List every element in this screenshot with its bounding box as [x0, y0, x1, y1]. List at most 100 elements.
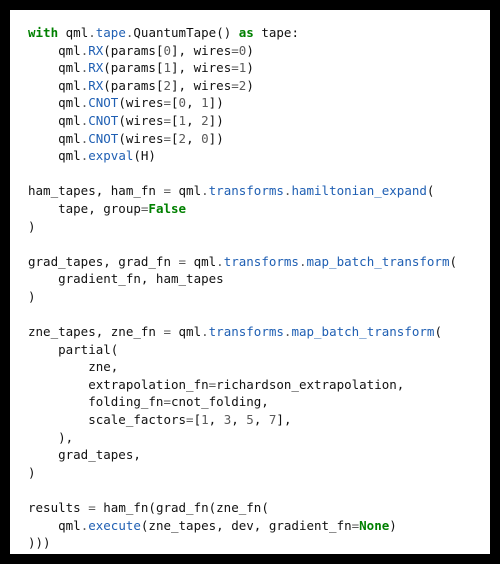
- code-line: qml.expval(H): [28, 148, 156, 163]
- code-token: qml: [171, 324, 201, 339]
- code-token: CNOT: [88, 95, 118, 110]
- code-line: gradient_fn, ham_tapes: [28, 271, 224, 286]
- code-line: results = ham_fn(grad_fn(zne_fn(: [28, 500, 269, 515]
- code-token: RX: [88, 78, 103, 93]
- code-line: ham_tapes, ham_fn = qml.transforms.hamil…: [28, 183, 434, 198]
- code-token: (zne_tapes, dev, gradient_fn: [141, 518, 352, 533]
- code-line: zne_tapes, zne_fn = qml.transforms.map_b…: [28, 324, 442, 339]
- code-line: ))): [28, 535, 51, 550]
- code-token: =: [231, 78, 239, 93]
- code-token: ),: [28, 430, 73, 445]
- code-token: ))): [28, 535, 51, 550]
- code-token: [: [171, 95, 179, 110]
- code-token: CNOT: [88, 131, 118, 146]
- code-token: =: [163, 95, 171, 110]
- code-token: transforms: [209, 324, 284, 339]
- code-token: partial(: [28, 342, 118, 357]
- code-token: [: [171, 113, 179, 128]
- code-token: expval: [88, 148, 133, 163]
- code-token: False: [148, 201, 186, 216]
- code-line: tape, group=False: [28, 201, 186, 216]
- code-line: ): [28, 219, 36, 234]
- code-line: ): [28, 465, 36, 480]
- code-token: =: [231, 43, 239, 58]
- code-token: 2: [179, 131, 187, 146]
- code-token: ham_tapes, ham_fn: [28, 183, 163, 198]
- code-token: ): [28, 289, 36, 304]
- code-token: qml: [28, 148, 81, 163]
- code-token: CNOT: [88, 113, 118, 128]
- code-token: =: [163, 113, 171, 128]
- code-token: ]): [209, 131, 224, 146]
- code-panel: with qml.tape.QuantumTape() as tape: qml…: [10, 10, 490, 554]
- code-token: RX: [88, 60, 103, 75]
- code-line: extrapolation_fn=richardson_extrapolatio…: [28, 377, 404, 392]
- code-token: qml: [186, 254, 216, 269]
- code-token: cnot_folding,: [171, 394, 269, 409]
- code-line: qml.RX(params[1], wires=1): [28, 60, 254, 75]
- code-token: :: [291, 25, 299, 40]
- code-token: ]): [209, 113, 224, 128]
- code-token: (wires: [118, 131, 163, 146]
- code-token: 5: [246, 412, 254, 427]
- code-line: qml.CNOT(wires=[1, 2]): [28, 113, 224, 128]
- code-line: zne,: [28, 359, 118, 374]
- code-token: qml: [28, 60, 81, 75]
- code-line: folding_fn=cnot_folding,: [28, 394, 269, 409]
- code-line: with qml.tape.QuantumTape() as tape:: [28, 25, 299, 40]
- code-token: zne,: [28, 359, 118, 374]
- code-token: ): [28, 465, 36, 480]
- code-token: =: [186, 412, 194, 427]
- code-token: 2: [201, 113, 209, 128]
- code-token: (params[: [103, 78, 163, 93]
- code-token: =: [179, 254, 187, 269]
- code-line: ): [28, 289, 36, 304]
- code-token: (H): [133, 148, 156, 163]
- code-token: map_batch_transform: [291, 324, 434, 339]
- code-token: qml: [28, 43, 81, 58]
- code-line: partial(: [28, 342, 118, 357]
- code-token: ,: [186, 131, 201, 146]
- code-token: .: [216, 254, 224, 269]
- code-token: None: [359, 518, 389, 533]
- code-token: 1: [201, 95, 209, 110]
- code-token: ],: [276, 412, 291, 427]
- code-token: (): [216, 25, 239, 40]
- code-token: ]): [209, 95, 224, 110]
- code-token: (wires: [118, 95, 163, 110]
- code-token: =: [163, 183, 171, 198]
- code-token: ): [389, 518, 397, 533]
- code-token: scale_factors: [28, 412, 186, 427]
- code-token: ham_fn(grad_fn(zne_fn(: [96, 500, 269, 515]
- code-token: richardson_extrapolation,: [216, 377, 404, 392]
- code-token: 2: [164, 78, 172, 93]
- code-token: .: [201, 183, 209, 198]
- code-line: grad_tapes, grad_fn = qml.transforms.map…: [28, 254, 457, 269]
- code-token: (: [434, 324, 442, 339]
- code-block: with qml.tape.QuantumTape() as tape: qml…: [28, 24, 482, 552]
- screenshot-frame: with qml.tape.QuantumTape() as tape: qml…: [0, 0, 500, 564]
- code-token: folding_fn: [28, 394, 163, 409]
- code-token: 0: [201, 131, 209, 146]
- code-token: ): [28, 219, 36, 234]
- code-token: 0: [164, 43, 172, 58]
- code-token: ], wires: [171, 78, 231, 93]
- code-line: qml.CNOT(wires=[2, 0]): [28, 131, 224, 146]
- code-token: gradient_fn, ham_tapes: [28, 271, 224, 286]
- code-token: with: [28, 25, 66, 40]
- code-token: =: [88, 500, 96, 515]
- code-token: 1: [164, 60, 172, 75]
- code-line: qml.CNOT(wires=[0, 1]): [28, 95, 224, 110]
- code-token: grad_tapes, grad_fn: [28, 254, 179, 269]
- code-token: qml: [28, 78, 81, 93]
- code-token: map_batch_transform: [306, 254, 449, 269]
- code-token: [: [194, 412, 202, 427]
- code-token: hamiltonian_expand: [291, 183, 426, 198]
- code-token: .: [201, 324, 209, 339]
- code-token: tape, group: [28, 201, 141, 216]
- code-token: tape: [96, 25, 126, 40]
- code-line: qml.execute(zne_tapes, dev, gradient_fn=…: [28, 518, 397, 533]
- code-token: (: [449, 254, 457, 269]
- code-token: =: [163, 394, 171, 409]
- code-token: qml: [28, 518, 81, 533]
